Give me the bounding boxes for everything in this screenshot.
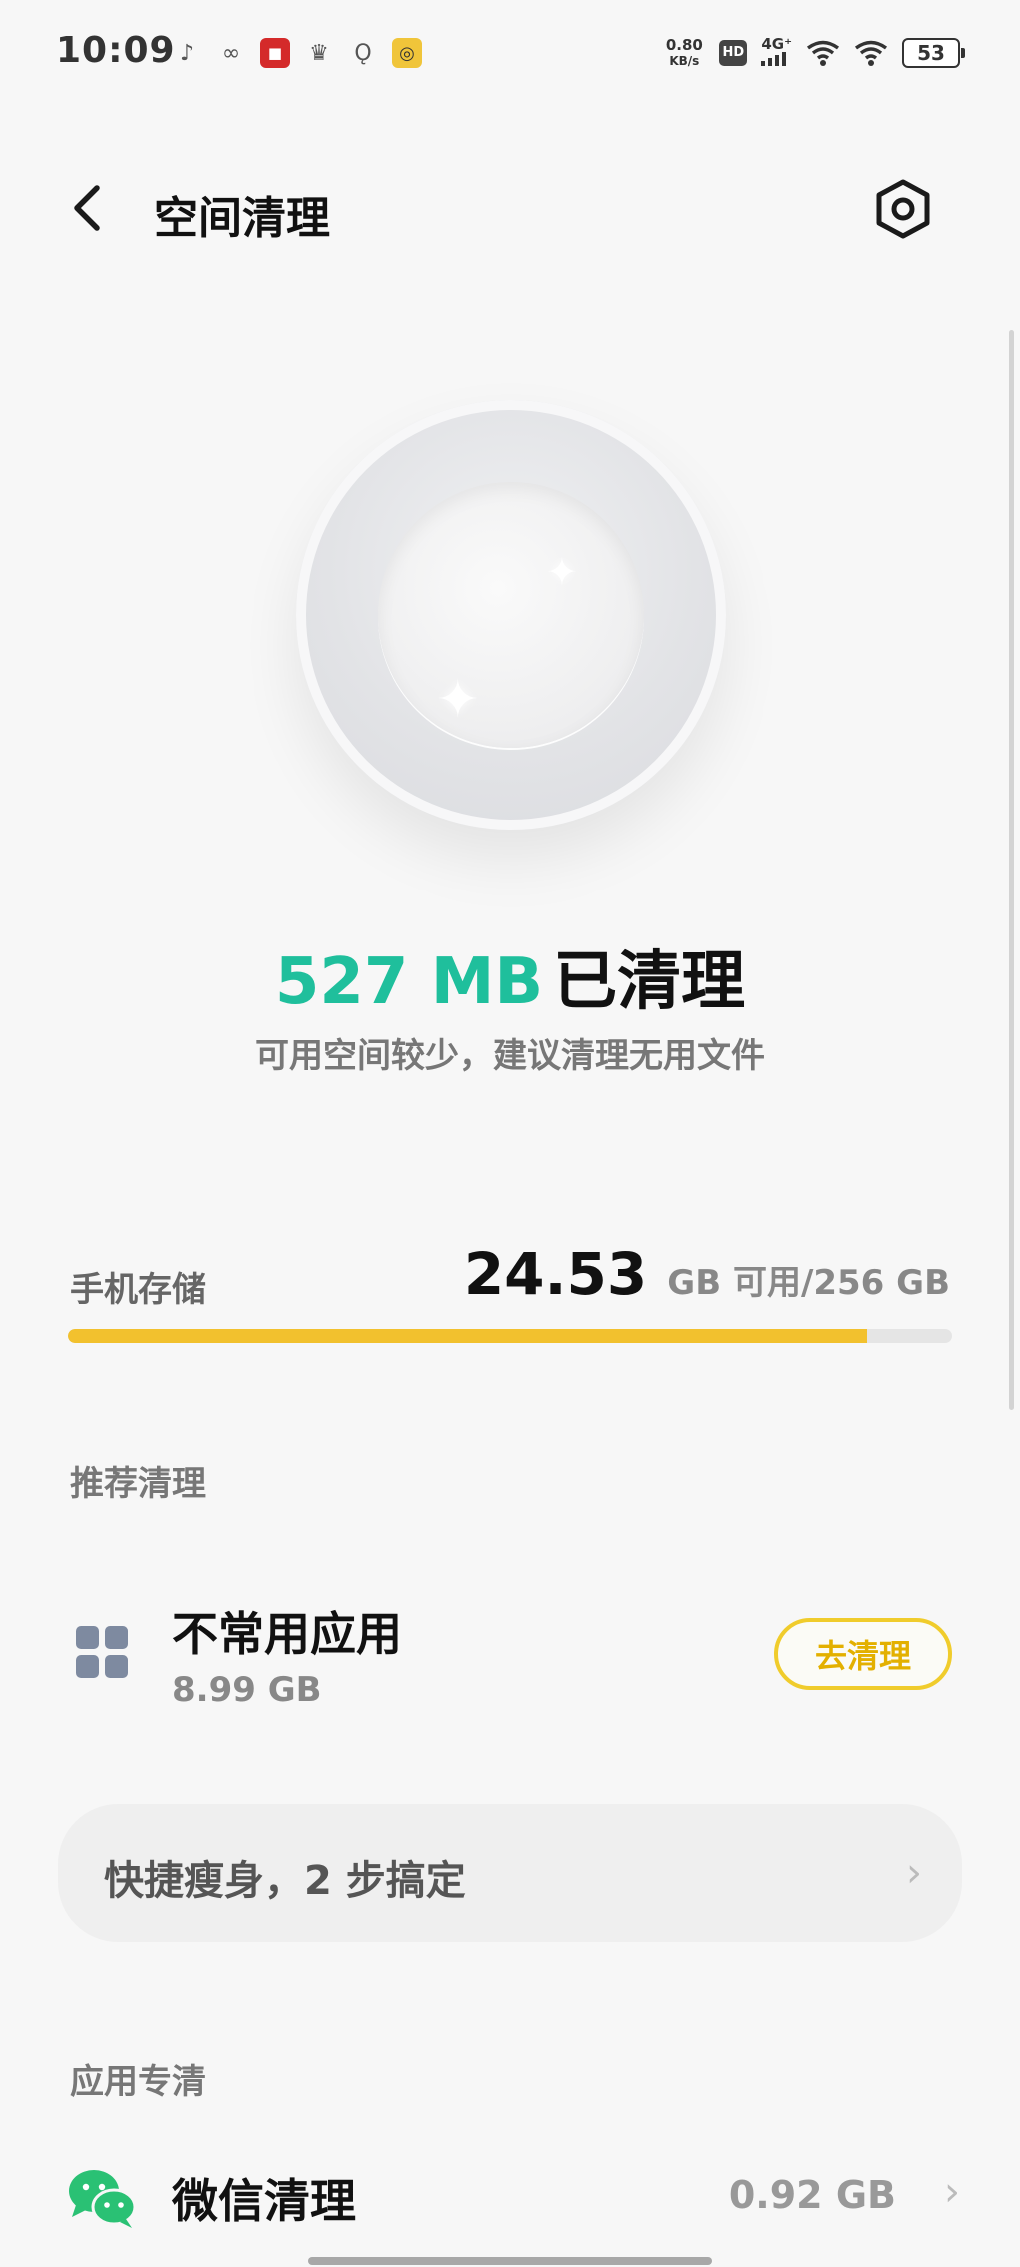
unused-apps-title: 不常用应用 bbox=[172, 1607, 402, 1661]
battery-indicator: 53 bbox=[902, 37, 965, 68]
storage-value: 24.53 GB 可用/256 GB bbox=[464, 1240, 950, 1308]
loop-app-icon: ∞ bbox=[221, 40, 241, 66]
cleaned-amount: 527 MB bbox=[274, 945, 544, 1019]
sparkle-icon: ✦ bbox=[436, 670, 480, 730]
music-note-icon: ♪ bbox=[179, 40, 195, 66]
crown-icon: ♛ bbox=[309, 40, 329, 66]
status-bar: 10:09 ♪ ∞ ■ ♛ Ǫ ◎ 0.80 KB/s HD 4G⁺ 53 bbox=[0, 0, 1020, 110]
back-button[interactable] bbox=[58, 178, 114, 238]
chevron-right-icon: › bbox=[944, 2169, 960, 2215]
gear-icon bbox=[876, 179, 930, 239]
red-app-icon: ■ bbox=[260, 38, 290, 68]
cleaned-summary: 527 MB 已清理 bbox=[0, 930, 1020, 1022]
orb-inner-disc bbox=[378, 482, 644, 748]
sparkle-icon: ✦ bbox=[546, 550, 578, 594]
wechat-clean-size: 0.92 GB bbox=[728, 2173, 896, 2217]
clean-status-orb: ✦ ✦ bbox=[296, 400, 726, 830]
unused-apps-size: 8.99 GB bbox=[172, 1670, 322, 1710]
go-clean-button[interactable]: 去清理 bbox=[774, 1618, 952, 1690]
cellular-signal-icon: 4G⁺ bbox=[761, 36, 792, 69]
notification-icons: ♪ ∞ ■ ♛ Ǫ ◎ bbox=[172, 38, 422, 68]
storage-label: 手机存储 bbox=[70, 1270, 206, 1310]
cleaned-label: 已清理 bbox=[553, 945, 746, 1019]
storage-free-amount: 24.53 bbox=[463, 1240, 648, 1308]
storage-total-text: GB 可用/256 GB bbox=[667, 1263, 950, 1303]
network-speed: 0.80 KB/s bbox=[665, 35, 703, 68]
wifi-plus-icon bbox=[806, 40, 840, 66]
scrollbar[interactable] bbox=[1009, 330, 1014, 1410]
orb-outer-ring: ✦ ✦ bbox=[296, 400, 726, 830]
section-title-app-clean: 应用专清 bbox=[70, 2062, 206, 2102]
wifi-icon bbox=[854, 40, 888, 66]
home-indicator[interactable] bbox=[308, 2257, 712, 2265]
list-item-unused-apps[interactable]: 不常用应用 8.99 GB 去清理 bbox=[0, 1570, 1020, 1750]
chevron-right-icon: › bbox=[906, 1850, 922, 1896]
gold-app-icon: ◎ bbox=[392, 38, 422, 68]
cleaning-tip: 可用空间较少，建议清理无用文件 bbox=[255, 1036, 765, 1076]
wechat-icon bbox=[69, 2170, 137, 2228]
page-title: 空间清理 bbox=[154, 193, 330, 244]
section-title-recommend: 推荐清理 bbox=[70, 1464, 206, 1504]
chevron-left-icon bbox=[74, 185, 100, 231]
list-item-wechat-clean[interactable]: 微信清理 0.92 GB › bbox=[0, 2165, 1020, 2267]
hd-badge: HD bbox=[719, 39, 748, 66]
status-time: 10:09 bbox=[56, 30, 176, 71]
status-indicators: 0.80 KB/s HD 4G⁺ 53 bbox=[663, 35, 965, 69]
wechat-clean-title: 微信清理 bbox=[172, 2174, 356, 2228]
quick-slim-card[interactable]: 快捷瘦身，2 步搞定 › bbox=[58, 1804, 962, 1942]
q-app-icon: Ǫ bbox=[354, 40, 372, 66]
storage-progress-bar bbox=[68, 1329, 952, 1343]
storage-progress-fill bbox=[68, 1329, 868, 1343]
settings-button[interactable] bbox=[872, 178, 934, 240]
quick-slim-label: 快捷瘦身，2 步搞定 bbox=[104, 1858, 466, 1904]
app-grid-icon bbox=[76, 1626, 128, 1678]
